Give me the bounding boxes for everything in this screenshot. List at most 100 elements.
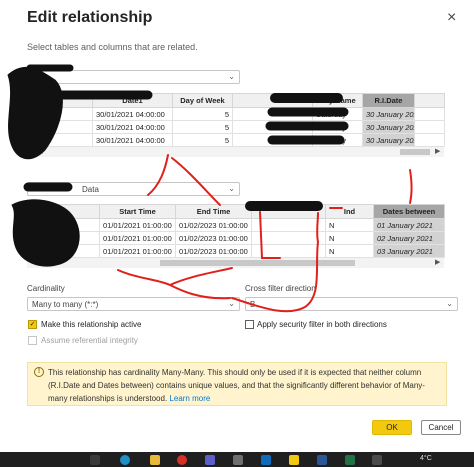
- cross-filter-value: B: [250, 300, 256, 309]
- cross-filter-select[interactable]: B ⌄: [245, 297, 458, 311]
- table1-col-dayname[interactable]: Day Name: [312, 93, 363, 108]
- cardinality-label: Cardinality: [27, 284, 65, 293]
- table-cell: N: [325, 218, 374, 232]
- table-cell: Saturday: [312, 133, 363, 147]
- table-cell: N: [325, 231, 374, 245]
- word-icon[interactable]: [317, 455, 327, 465]
- table-cell: 30/01/2021 04:00:00: [92, 107, 173, 121]
- table-cell: 01/02/2023 01:00:00: [175, 244, 252, 258]
- table1-col-date1[interactable]: Date1: [92, 93, 173, 108]
- search-icon[interactable]: [90, 455, 100, 465]
- table-cell: 03 January 2021: [373, 244, 445, 258]
- scroll-thumb[interactable]: [400, 149, 430, 155]
- table-cell: 30/01/2021 04:00:00: [92, 133, 173, 147]
- folder-icon[interactable]: [150, 455, 160, 465]
- table-cell: 5: [172, 107, 233, 121]
- table2-col-redacted[interactable]: [251, 204, 326, 219]
- table2-select-value: Data: [82, 185, 99, 194]
- table-cell: 01/01/2021 01:00:00: [99, 218, 176, 232]
- chevron-down-icon: ⌄: [228, 72, 235, 81]
- table-cell: [251, 218, 326, 232]
- active-label: Make this relationship active: [41, 320, 142, 329]
- table2-col-blank: [27, 204, 100, 219]
- scroll-thumb[interactable]: [160, 260, 355, 266]
- ok-button[interactable]: OK: [372, 420, 412, 435]
- table1-header-row: Date1 Day of Week Day Name R.I.Date: [27, 93, 445, 108]
- table1-grid: Date1 Day of Week Day Name R.I.Date 30/0…: [27, 93, 445, 147]
- edge-icon[interactable]: [120, 455, 130, 465]
- table-cell: 5: [172, 120, 233, 134]
- security-filter-checkbox[interactable]: [245, 320, 254, 329]
- table-cell: 30 January 2021: [362, 107, 415, 121]
- table1-horizontal-scrollbar[interactable]: ◀ ▶: [27, 147, 444, 157]
- table-cell: 02 January 2021: [373, 231, 445, 245]
- warning-text: This relationship has cardinality Many-M…: [48, 368, 425, 403]
- table1-select[interactable]: ⌄: [27, 70, 240, 84]
- table-cell: [251, 231, 326, 245]
- table2-header-row: Start Time End Time Ind Dates between: [27, 204, 445, 219]
- table-cell: 01/01/2021 01:00:00: [99, 244, 176, 258]
- table1-col-dayofweek[interactable]: Day of Week: [172, 93, 233, 108]
- table-row: 01/01/2021 01:00:00 01/02/2023 01:00:00 …: [27, 231, 445, 245]
- chrome-icon[interactable]: [177, 455, 187, 465]
- excel-icon[interactable]: [345, 455, 355, 465]
- referential-integrity-label: Assume referential integrity: [41, 336, 138, 345]
- close-icon[interactable]: ×: [447, 9, 456, 27]
- table1-col-extra: [414, 93, 445, 108]
- table-cell: 30 January 2021: [362, 133, 415, 147]
- table-row: 01/01/2021 01:00:00 01/02/2023 01:00:00 …: [27, 218, 445, 232]
- security-filter-label: Apply security filter in both directions: [257, 320, 387, 329]
- table-cell: 30 January 2021: [362, 120, 415, 134]
- powerbi-icon[interactable]: [289, 455, 299, 465]
- dialog-subtitle: Select tables and columns that are relat…: [27, 42, 198, 52]
- cardinality-warning: ! This relationship has cardinality Many…: [27, 362, 447, 406]
- table-cell: N: [325, 244, 374, 258]
- chevron-down-icon: ⌄: [228, 184, 235, 193]
- table-row: 30/01/2021 04:00:00 5 Saturday 30 Januar…: [27, 107, 445, 121]
- app-icon[interactable]: [233, 455, 243, 465]
- table2-preview: Start Time End Time Ind Dates between 01…: [27, 204, 445, 268]
- temperature: 4°C: [420, 455, 432, 462]
- active-checkbox[interactable]: ✓: [28, 320, 37, 329]
- chevron-down-icon: ⌄: [446, 299, 453, 308]
- table-row: 01/01/2021 01:00:00 01/02/2023 01:00:00 …: [27, 244, 445, 258]
- cancel-button[interactable]: Cancel: [421, 420, 461, 435]
- outlook-icon[interactable]: [261, 455, 271, 465]
- table-cell: 5: [172, 133, 233, 147]
- table2-col-ind[interactable]: Ind: [325, 204, 374, 219]
- referential-integrity-checkbox: [28, 336, 37, 345]
- dialog-title: Edit relationship: [27, 9, 153, 26]
- warning-icon: !: [34, 367, 44, 377]
- table-cell: Saturday: [312, 120, 363, 134]
- scroll-right-icon[interactable]: ▶: [435, 258, 440, 266]
- table-cell: [232, 133, 313, 147]
- cardinality-value: Many to many (*:*): [32, 300, 99, 309]
- table-row: 30/01/2021 04:00:00 5 Saturday 30 Januar…: [27, 120, 445, 134]
- scroll-left-icon[interactable]: ◀: [37, 147, 42, 155]
- app-icon-2[interactable]: [372, 455, 382, 465]
- table-cell: [251, 244, 326, 258]
- table-cell: 01/02/2023 01:00:00: [175, 218, 252, 232]
- table2-col-start-time[interactable]: Start Time: [99, 204, 176, 219]
- table2-col-dates-between[interactable]: Dates between: [373, 204, 445, 219]
- table-cell: 30/01/2021 04:00:00: [92, 120, 173, 134]
- scroll-left-icon[interactable]: ◀: [37, 258, 42, 266]
- scroll-right-icon[interactable]: ▶: [435, 147, 440, 155]
- table1-col-blank: [27, 93, 93, 108]
- cardinality-select[interactable]: Many to many (*:*) ⌄: [27, 297, 240, 311]
- chevron-down-icon: ⌄: [228, 299, 235, 308]
- learn-more-link[interactable]: Learn more: [169, 394, 210, 403]
- cross-filter-label: Cross filter direction: [245, 284, 316, 293]
- table-cell: Saturday: [312, 107, 363, 121]
- table2-horizontal-scrollbar[interactable]: ◀ ▶: [27, 258, 444, 268]
- table1-preview: Date1 Day of Week Day Name R.I.Date 30/0…: [27, 93, 445, 157]
- table-cell: 01/01/2021 01:00:00: [99, 231, 176, 245]
- table-cell: [232, 107, 313, 121]
- table2-col-end-time[interactable]: End Time: [175, 204, 252, 219]
- table2-select[interactable]: Data ⌄: [27, 182, 240, 196]
- table1-col-redacted[interactable]: [232, 93, 313, 108]
- table-row: 30/01/2021 04:00:00 5 Saturday 30 Januar…: [27, 133, 445, 147]
- taskbar: 4°C: [0, 452, 474, 467]
- teams-icon[interactable]: [205, 455, 215, 465]
- table1-col-ri-date[interactable]: R.I.Date: [362, 93, 415, 108]
